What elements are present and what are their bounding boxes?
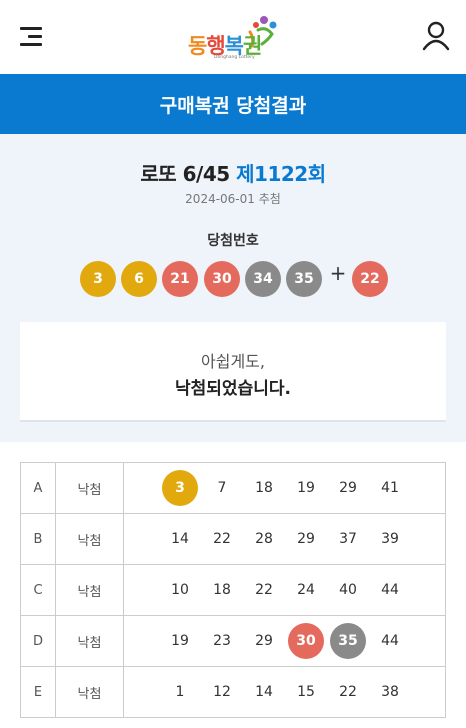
ticket-number: 22	[255, 582, 273, 598]
ticket-number: 22	[339, 684, 357, 700]
ticket-number: 38	[381, 684, 399, 700]
winning-number-ball: 30	[204, 261, 240, 297]
ticket-number: 28	[255, 531, 273, 547]
winning-number-ball: 3	[80, 261, 116, 297]
ticket-game-label: C	[21, 565, 56, 615]
ticket-number: 40	[339, 582, 357, 598]
ticket-row: B 낙첨 14 22 28 29 37 39	[21, 514, 445, 565]
ticket-number: 22	[213, 531, 231, 547]
page-title: 구매복권 당첨결과	[159, 94, 307, 117]
result-message-line2: 낙첨되었습니다.	[175, 379, 291, 399]
ticket-number: 12	[213, 684, 231, 700]
ticket-game-label: A	[21, 463, 56, 513]
ticket-result-status: 낙첨	[56, 514, 124, 564]
logo[interactable]: 동행복권 Donghang Lottery	[188, 14, 280, 62]
ticket-number: 19	[297, 480, 315, 496]
ticket-row: E 낙첨 1 12 14 15 22 38	[21, 667, 445, 717]
result-message-box: 아쉽게도, 낙첨되었습니다.	[20, 322, 446, 422]
ticket-number: 10	[171, 582, 189, 598]
draw-date: 2024-06-01 추첨	[185, 192, 281, 206]
logo-subtitle: Donghang Lottery	[214, 55, 255, 60]
ticket-number: 23	[213, 633, 231, 649]
ticket-row: A 낙첨 3 7 18 19 29 41	[21, 463, 445, 514]
ticket-number: 29	[255, 633, 273, 649]
ticket-number: 29	[297, 531, 315, 547]
ticket-number: 44	[381, 582, 399, 598]
winning-number-ball: 21	[162, 261, 198, 297]
ticket-game-label: E	[21, 667, 56, 717]
top-header: 동행복권 Donghang Lottery	[0, 0, 466, 74]
ticket-number: 18	[213, 582, 231, 598]
ticket-result-status: 낙첨	[56, 463, 124, 513]
ticket-number-matched: 35	[330, 623, 366, 659]
ticket-number: 1	[175, 684, 185, 700]
ticket-number-matched: 3	[162, 470, 198, 506]
draw-title: 로또 6/45 제1122회	[0, 158, 466, 187]
ticket-result-table: A 낙첨 3 7 18 19 29 41 B 낙첨 14 22 28 29 37 39 C 낙첨 10 18 22 24 4…	[20, 462, 446, 718]
ticket-number: 14	[255, 684, 273, 700]
ticket-number: 7	[217, 480, 227, 496]
ticket-row: D 낙첨 19 23 29 30 35 44	[21, 616, 445, 667]
ticket-number: 29	[339, 480, 357, 496]
winning-number-ball: 34	[245, 261, 281, 297]
page-title-banner: 구매복권 당첨결과	[0, 74, 466, 134]
ticket-game-label: B	[21, 514, 56, 564]
winning-numbers-label: 당첨번호	[207, 233, 259, 249]
ticket-game-label: D	[21, 616, 56, 666]
ticket-result-status: 낙첨	[56, 565, 124, 615]
ticket-number: 44	[381, 633, 399, 649]
bonus-number-ball: 22	[352, 261, 388, 297]
winning-number-ball: 6	[121, 261, 157, 297]
ticket-number: 39	[381, 531, 399, 547]
bonus-plus-sign: +	[329, 261, 347, 285]
ticket-row: C 낙첨 10 18 22 24 40 44	[21, 565, 445, 616]
result-message-line1: 아쉽게도,	[201, 352, 265, 371]
ticket-result-status: 낙첨	[56, 616, 124, 666]
ticket-number: 19	[171, 633, 189, 649]
ticket-number: 24	[297, 582, 315, 598]
hamburger-menu-icon[interactable]	[20, 24, 44, 48]
draw-result-section: 로또 6/45 제1122회 2024-06-01 추첨 당첨번호 3 6 21 30…	[0, 134, 466, 442]
ticket-number: 18	[255, 480, 273, 496]
winning-number-ball: 35	[286, 261, 322, 297]
ticket-number: 14	[171, 531, 189, 547]
ticket-number-matched: 30	[288, 623, 324, 659]
ticket-result-status: 낙첨	[56, 667, 124, 717]
ticket-number: 41	[381, 480, 399, 496]
game-name: 로또 6/45	[140, 162, 230, 186]
draw-round: 제1122회	[236, 162, 326, 186]
user-icon[interactable]	[422, 20, 450, 52]
ticket-number: 37	[339, 531, 357, 547]
ticket-number: 15	[297, 684, 315, 700]
